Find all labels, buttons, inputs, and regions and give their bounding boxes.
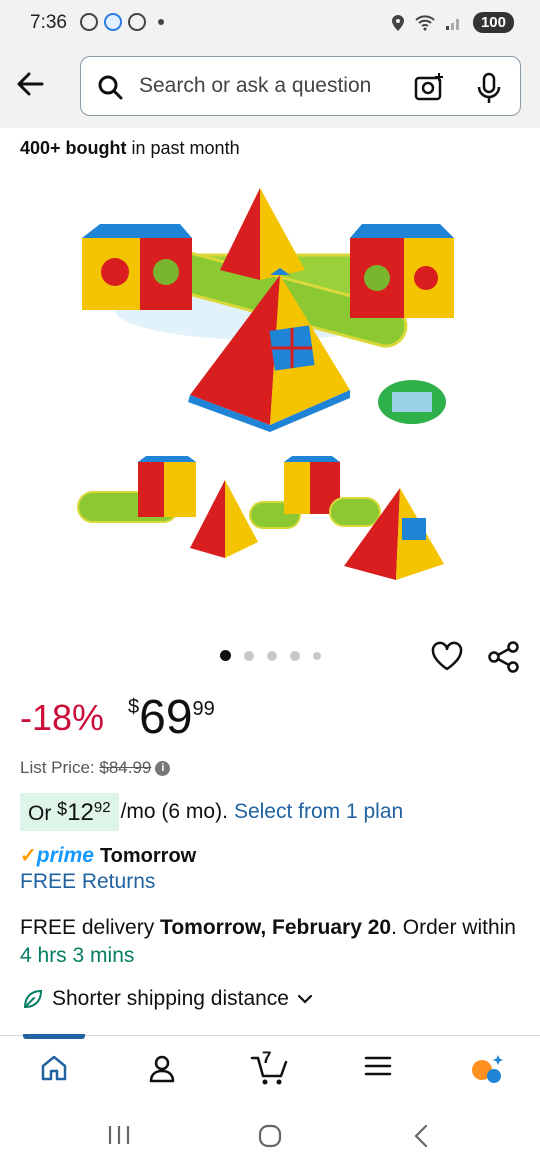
prime-logo: prime: [36, 844, 94, 867]
prime-delivery-day: Tomorrow: [99, 845, 197, 867]
installment-prefix: Or: [28, 802, 58, 825]
tent-set-top: [82, 188, 454, 432]
heart-icon: [431, 641, 463, 671]
android-navigation-bar: [0, 1100, 540, 1170]
carousel-dot[interactable]: [290, 650, 300, 661]
menu-icon: [364, 1056, 392, 1076]
back-button[interactable]: [14, 68, 50, 104]
cart-count-badge: 7: [262, 1048, 272, 1067]
installment-amount: Or $1292: [20, 793, 119, 831]
search-bar[interactable]: Search or ask a question: [80, 56, 521, 116]
leaf-icon: [23, 989, 43, 1009]
discount-percent: -18%: [20, 697, 105, 738]
status-time: 7:36: [30, 12, 67, 33]
rufus-icon: [472, 1055, 503, 1083]
nav-menu[interactable]: [348, 1052, 408, 1092]
installment-whole: 12: [67, 799, 94, 826]
more-notifications-dot: [158, 19, 164, 25]
shorter-shipping-label: Shorter shipping distance: [52, 987, 289, 1010]
back-arrow-icon: [17, 72, 44, 96]
installment-plan: Or $1292 /mo (6 mo). Select from 1 plan: [20, 793, 403, 831]
notification-icon: [128, 13, 146, 31]
nav-cart[interactable]: 7: [240, 1048, 300, 1092]
carousel-dot[interactable]: [220, 650, 231, 661]
list-price: List Price: $84.99 i: [20, 758, 171, 778]
bought-count-bold: 400+ bought: [20, 138, 127, 158]
carousel-dot[interactable]: [313, 651, 321, 660]
camera-icon[interactable]: [414, 72, 444, 102]
active-tab-indicator: [23, 1034, 85, 1039]
delivery-middle: . Order within: [391, 916, 516, 939]
notification-icon: [104, 13, 122, 31]
bottom-nav: 7: [0, 1040, 540, 1100]
tent-set-bottom: [77, 456, 444, 580]
delivery-message: FREE delivery Tomorrow, February 20. Ord…: [20, 914, 525, 970]
notification-icons: [80, 13, 164, 31]
system-icons: 100: [391, 12, 514, 33]
free-returns-link[interactable]: FREE Returns: [20, 870, 155, 894]
bought-count: 400+ bought in past month: [20, 138, 240, 159]
image-carousel-dots[interactable]: [220, 650, 321, 661]
chevron-down-icon: [297, 994, 313, 1004]
location-icon: [391, 14, 404, 31]
price: $6999: [128, 690, 215, 745]
price-fraction: 99: [192, 698, 215, 720]
search-header: Search or ask a question: [0, 46, 540, 128]
search-input[interactable]: Search or ask a question: [139, 74, 371, 98]
carousel-dot[interactable]: [244, 650, 254, 661]
recent-apps-icon[interactable]: [106, 1124, 132, 1146]
installment-term: /mo (6 mo).: [120, 800, 228, 823]
prime-check-icon: ✓: [20, 845, 37, 867]
play-tent-illustration: [77, 188, 454, 580]
mic-icon[interactable]: [476, 72, 502, 104]
carousel-dot[interactable]: [267, 650, 277, 661]
info-icon[interactable]: i: [155, 761, 171, 777]
prime-badge: ✓ prime Tomorrow: [20, 843, 196, 868]
product-image[interactable]: [60, 180, 480, 600]
list-price-label: List Price:: [20, 758, 100, 777]
notification-icon: [80, 13, 98, 31]
bought-count-rest: in past month: [126, 138, 240, 158]
delivery-date: Tomorrow, February 20: [160, 916, 392, 939]
add-to-list-button[interactable]: [430, 640, 464, 677]
search-icon: [98, 75, 123, 100]
price-currency: $: [128, 696, 140, 718]
price-whole: 69: [139, 691, 193, 744]
list-price-value: $84.99: [99, 758, 152, 777]
share-icon: [488, 641, 519, 673]
back-button-icon[interactable]: [410, 1123, 432, 1149]
delivery-prefix: FREE delivery: [20, 916, 161, 939]
home-button-icon[interactable]: [257, 1123, 283, 1149]
installment-currency: $: [57, 799, 68, 819]
nav-home[interactable]: [24, 1052, 84, 1092]
status-bar: 7:36 100: [0, 0, 540, 46]
nav-rufus[interactable]: [456, 1052, 516, 1092]
installment-fraction: 92: [93, 799, 111, 816]
nav-account[interactable]: [132, 1052, 192, 1092]
order-countdown: 4 hrs 3 mins: [20, 944, 135, 967]
wifi-icon: [415, 14, 435, 30]
home-icon: [41, 1055, 67, 1081]
battery-indicator: 100: [472, 12, 514, 33]
account-icon: [149, 1055, 175, 1083]
select-plan-link[interactable]: Select from 1 plan: [234, 800, 403, 824]
signal-icon: [445, 18, 459, 30]
share-button[interactable]: [487, 640, 521, 679]
shorter-shipping-toggle[interactable]: Shorter shipping distance: [22, 987, 313, 1011]
